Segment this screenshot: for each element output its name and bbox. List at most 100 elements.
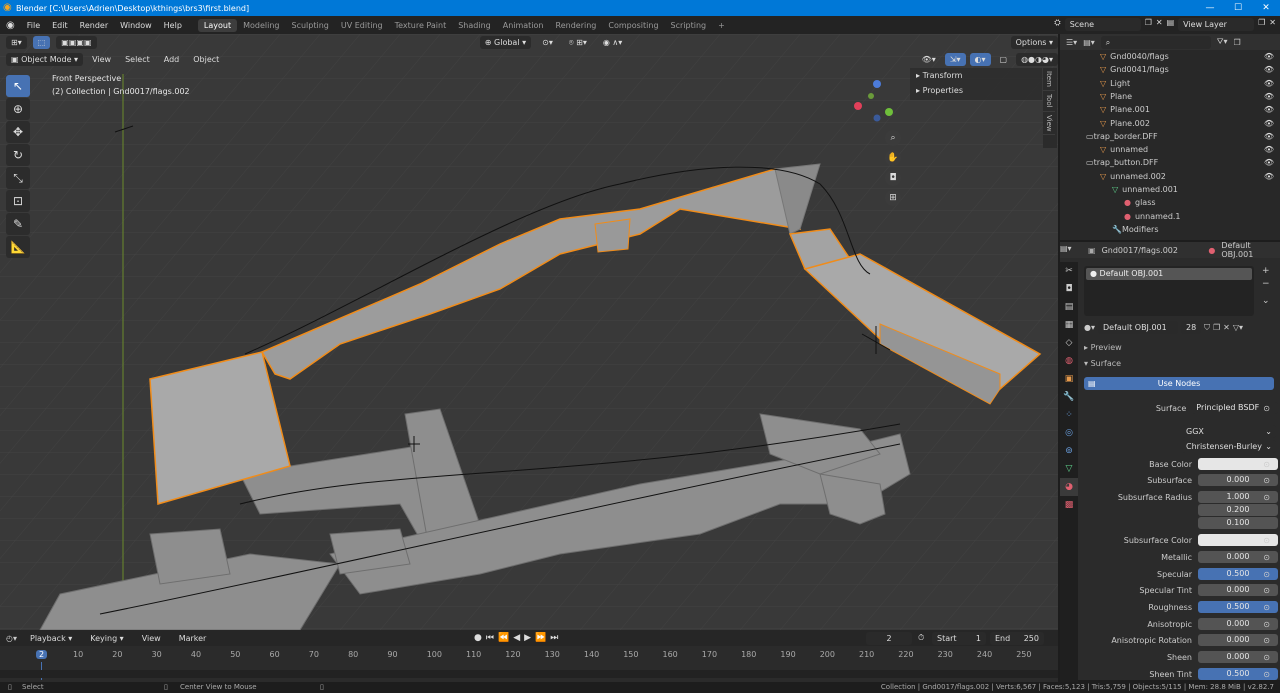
outliner-editor-icon[interactable]: ☰▾	[1066, 38, 1077, 47]
distribution-select[interactable]: GGX ⌄	[1182, 425, 1276, 438]
outliner-row[interactable]: ▭ trap_border.DFF 👁	[1060, 130, 1280, 143]
end-frame-field[interactable]: End 250	[990, 632, 1044, 645]
transform-tool-icon[interactable]: ⊡	[6, 190, 30, 212]
tab-texture-paint[interactable]: Texture Paint	[389, 19, 453, 32]
proportional-edit-icon[interactable]: ◉ ∧▾	[598, 36, 627, 49]
shading-mode-icons[interactable]: ◍●◑◕▾	[1016, 52, 1058, 66]
visibility-eye-icon[interactable]: 👁	[1264, 52, 1274, 61]
play-icon[interactable]: ▶	[524, 633, 531, 643]
pivot-icon[interactable]: ⊙▾	[537, 36, 558, 49]
options-button[interactable]: Options ▾	[1010, 35, 1059, 49]
outliner-row[interactable]: 🔧 Modifiers	[1060, 223, 1280, 236]
data-props-icon[interactable]: ▽	[1060, 460, 1078, 478]
select-box-icon[interactable]: ⬚	[32, 35, 51, 49]
view-layer-props-icon[interactable]: ▦	[1060, 316, 1078, 334]
tab-animation[interactable]: Animation	[497, 19, 550, 32]
socket-icon[interactable]: ⊙	[1263, 476, 1270, 485]
slot-menu-icon[interactable]: ⌄	[1262, 296, 1270, 306]
display-mode-icon[interactable]: ▤▾	[1083, 38, 1095, 47]
ortho-toggle-icon[interactable]: ⊞	[885, 190, 901, 206]
new-scene-icon[interactable]: ❐	[1145, 18, 1152, 31]
outliner-row[interactable]: ▽ Light 👁	[1060, 77, 1280, 90]
visibility-eye-icon[interactable]: 👁	[1264, 65, 1274, 74]
socket-icon[interactable]: ⊙	[1263, 636, 1270, 645]
object-props-icon[interactable]: ▣	[1060, 370, 1078, 388]
preview-range-icon[interactable]: ⏱	[918, 633, 924, 643]
world-props-icon[interactable]: ◍	[1060, 352, 1078, 370]
outliner-search[interactable]: ⌕	[1100, 35, 1211, 49]
material-slot-list[interactable]: ● Default OBJ.001	[1084, 266, 1254, 316]
start-frame-field[interactable]: Start 1	[932, 632, 986, 645]
field-value[interactable]: 0.200	[1198, 504, 1278, 516]
outliner-row[interactable]: ▽ Plane.002 👁	[1060, 117, 1280, 130]
visibility-eye-icon[interactable]: 👁	[1264, 172, 1274, 181]
rotate-tool-icon[interactable]: ↻	[6, 144, 30, 166]
menu-marker[interactable]: Marker	[174, 632, 212, 645]
camera-view-icon[interactable]: ◘	[885, 170, 901, 186]
tab-item[interactable]: Item	[1043, 68, 1055, 91]
tool-props-icon[interactable]: ✂	[1060, 262, 1078, 280]
socket-icon[interactable]: ⊙	[1263, 493, 1270, 502]
properties-panel[interactable]: ▸ Properties	[910, 83, 1042, 98]
socket-icon[interactable]: ⊙	[1263, 603, 1270, 612]
socket-icon[interactable]: ⊙	[1263, 620, 1270, 629]
visibility-eye-icon[interactable]: 👁	[1264, 79, 1274, 88]
timeline-ruler[interactable]: 2 10 20 30 40 50 60 70 80 90 100 110 120 130 140 150 160…	[0, 648, 1058, 662]
visibility-icon[interactable]: 👁▾	[917, 53, 941, 66]
scale-tool-icon[interactable]: ⤡	[6, 167, 30, 189]
particles-props-icon[interactable]: ⁘	[1060, 406, 1078, 424]
close-button[interactable]: ✕	[1252, 0, 1280, 16]
transform-orientation[interactable]: ⊕ Global ▾	[479, 35, 532, 49]
outliner-row[interactable]: ▽ unnamed.001	[1060, 183, 1280, 196]
blender-menu-icon[interactable]: ◉	[0, 20, 21, 31]
tab-sculpting[interactable]: Sculpting	[286, 19, 335, 32]
socket-icon[interactable]: ⊙	[1263, 536, 1270, 545]
menu-file[interactable]: File	[21, 21, 46, 30]
annotate-tool-icon[interactable]: ✎	[6, 213, 30, 235]
xray-icon[interactable]: ▢	[995, 53, 1013, 66]
use-nodes-button[interactable]: ▤ Use Nodes	[1084, 377, 1274, 390]
tab-layout[interactable]: Layout	[197, 18, 238, 32]
outliner-row[interactable]: ▽ Plane.001 👁	[1060, 103, 1280, 116]
output-props-icon[interactable]: ▤	[1060, 298, 1078, 316]
visibility-eye-icon[interactable]: 👁	[1264, 92, 1274, 101]
tab-modeling[interactable]: Modeling	[237, 19, 285, 32]
modifier-props-icon[interactable]: 🔧	[1060, 388, 1078, 406]
timeline-scrollbar[interactable]	[0, 670, 1058, 678]
texture-props-icon[interactable]: ▩	[1060, 496, 1078, 514]
constraints-props-icon[interactable]: ⊚	[1060, 442, 1078, 460]
material-name-field[interactable]: Default OBJ.001	[1098, 321, 1178, 334]
view-layer-field[interactable]: View Layer	[1178, 18, 1255, 31]
timeline-editor-icon[interactable]: ◴▾	[6, 634, 17, 643]
link-mode-icon[interactable]: ▽▾	[1233, 323, 1243, 332]
transform-panel[interactable]: ▸ Transform	[910, 68, 1042, 83]
visibility-eye-icon[interactable]: 👁	[1264, 119, 1274, 128]
jump-end-icon[interactable]: ⏭	[550, 633, 558, 643]
pan-hand-icon[interactable]: ✋	[885, 150, 901, 166]
socket-icon[interactable]: ⊙	[1263, 670, 1270, 679]
delete-view-layer-icon[interactable]: ✕	[1269, 18, 1276, 31]
material-slot[interactable]: ● Default OBJ.001	[1086, 268, 1252, 280]
filter-icon[interactable]: ⛛▾	[1217, 37, 1228, 47]
next-key-icon[interactable]: ⏩	[535, 633, 546, 643]
menu-help[interactable]: Help	[158, 21, 188, 30]
add-slot-icon[interactable]: +	[1262, 266, 1270, 276]
visibility-eye-icon[interactable]: 👁	[1264, 145, 1274, 154]
new-collection-icon[interactable]: ❐	[1234, 38, 1241, 47]
outliner-row[interactable]: ▭ trap_button.DFF 👁	[1060, 156, 1280, 169]
prev-key-icon[interactable]: ⏪	[498, 633, 509, 643]
remove-slot-icon[interactable]: −	[1262, 279, 1270, 289]
visibility-eye-icon[interactable]: 👁	[1264, 105, 1274, 114]
move-tool-icon[interactable]: ✥	[6, 121, 30, 143]
outliner-row[interactable]: ▽ unnamed.002 👁	[1060, 170, 1280, 183]
cursor-tool-icon[interactable]: ⊕	[6, 98, 30, 120]
tab-tool[interactable]: Tool	[1043, 91, 1055, 112]
snap-icon[interactable]: ⌾ ⊞▾	[564, 36, 592, 49]
outliner-row[interactable]: ● unnamed.1	[1060, 210, 1280, 223]
measure-tool-icon[interactable]: 📐	[6, 236, 30, 258]
material-props-icon[interactable]: ◕	[1060, 478, 1078, 496]
add-workspace-icon[interactable]: +	[712, 19, 731, 32]
tab-compositing[interactable]: Compositing	[602, 19, 664, 32]
subsurface-method-select[interactable]: Christensen-Burley ⌄	[1182, 440, 1276, 453]
menu-playback[interactable]: Playback ▾	[25, 632, 77, 645]
